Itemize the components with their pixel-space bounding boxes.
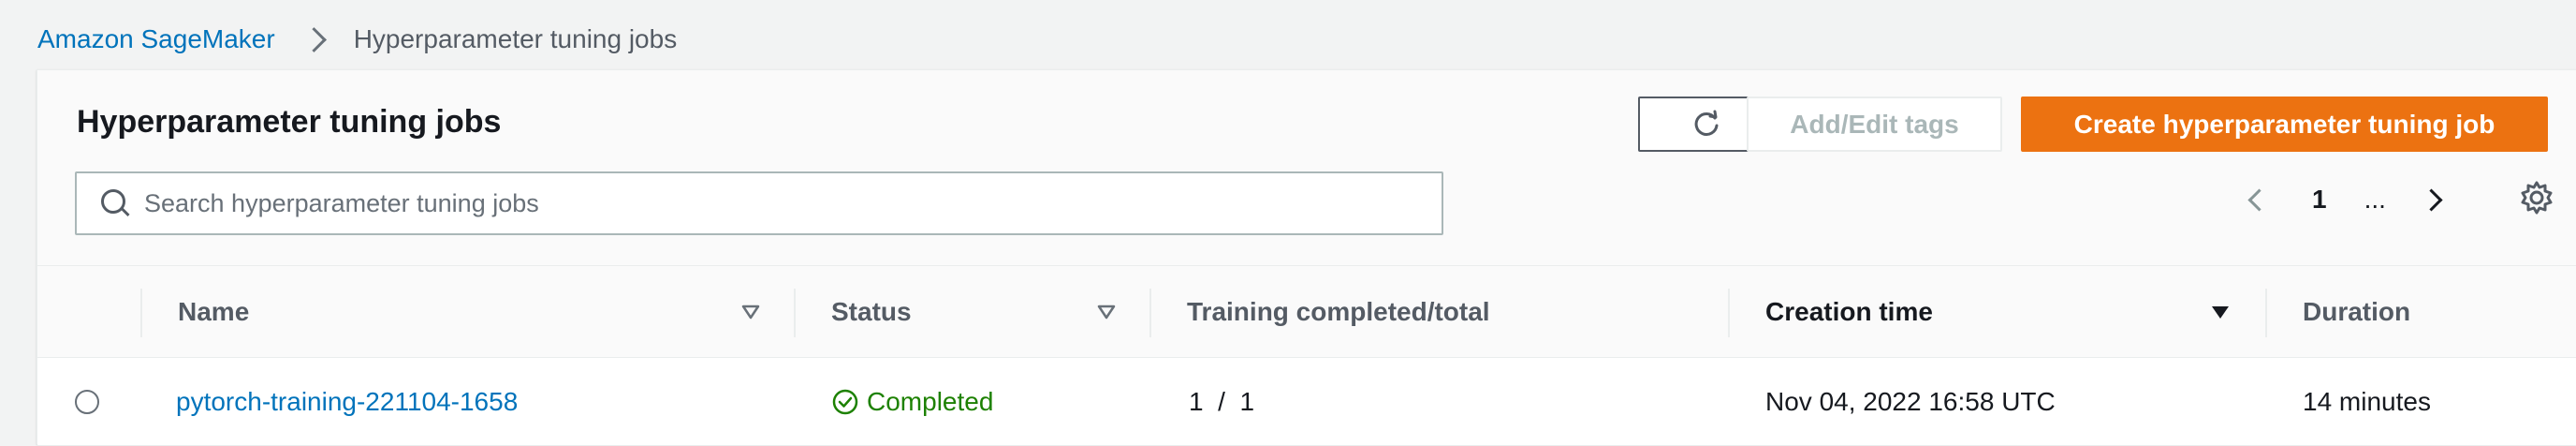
search-icon [95,184,135,223]
gear-icon[interactable] [2518,179,2555,216]
sort-icon[interactable] [739,301,762,323]
search-field[interactable] [75,171,1443,235]
column-header-training-completed: Training completed/total [1187,297,1490,326]
status-text: Completed [867,387,994,416]
column-separator [1728,289,1730,337]
create-tuning-job-button[interactable]: Create hyperparameter tuning job [2021,97,2548,152]
column-separator [794,289,796,337]
breadcrumb-chevron-icon [296,21,333,58]
column-header-name[interactable]: Name [178,266,249,358]
sort-icon[interactable] [1095,301,1118,323]
page-title: Hyperparameter tuning jobs [77,104,502,140]
column-header-duration: Duration [2303,297,2411,326]
column-separator [2265,289,2267,337]
sort-descending-icon[interactable] [2209,301,2232,323]
creation-time-cell: Nov 04, 2022 16:58 UTC [1765,387,2056,416]
search-input[interactable] [144,188,1436,218]
pagination: 1 ... [2237,171,2453,228]
duration-cell: 14 minutes [2303,387,2431,416]
breadcrumb-link-sagemaker[interactable]: Amazon SageMaker [37,24,275,54]
column-separator [140,289,142,337]
training-completed-cell: 1 / 1 [1189,387,1255,416]
column-header-creation-time[interactable]: Creation time [1765,266,1933,358]
column-separator [1149,289,1151,337]
status-cell: Completed [831,358,993,446]
row-select-radio[interactable] [75,390,99,414]
tuning-jobs-panel: Hyperparameter tuning jobs Add/Edit tags… [37,69,2576,446]
breadcrumb-current: Hyperparameter tuning jobs [353,24,678,53]
table-row[interactable]: pytorch-training-221104-1658 Completed 1… [37,358,2576,446]
next-page-chevron-icon[interactable] [2416,181,2453,218]
table-header: Name Status Training completed/total Cre… [37,266,2576,358]
previous-page-chevron-icon[interactable] [2237,181,2275,218]
column-header-status[interactable]: Status [831,266,912,358]
page-number-current[interactable]: 1 [2312,185,2327,215]
job-name-link[interactable]: pytorch-training-221104-1658 [176,387,518,417]
tuning-jobs-table: Name Status Training completed/total Cre… [37,265,2576,446]
add-edit-tags-button[interactable]: Add/Edit tags [1747,97,2002,152]
check-circle-icon [832,389,858,415]
breadcrumb: Amazon SageMaker Hyperparameter tuning j… [37,21,677,58]
refresh-icon [1694,110,1719,136]
pagination-ellipsis: ... [2364,185,2386,214]
